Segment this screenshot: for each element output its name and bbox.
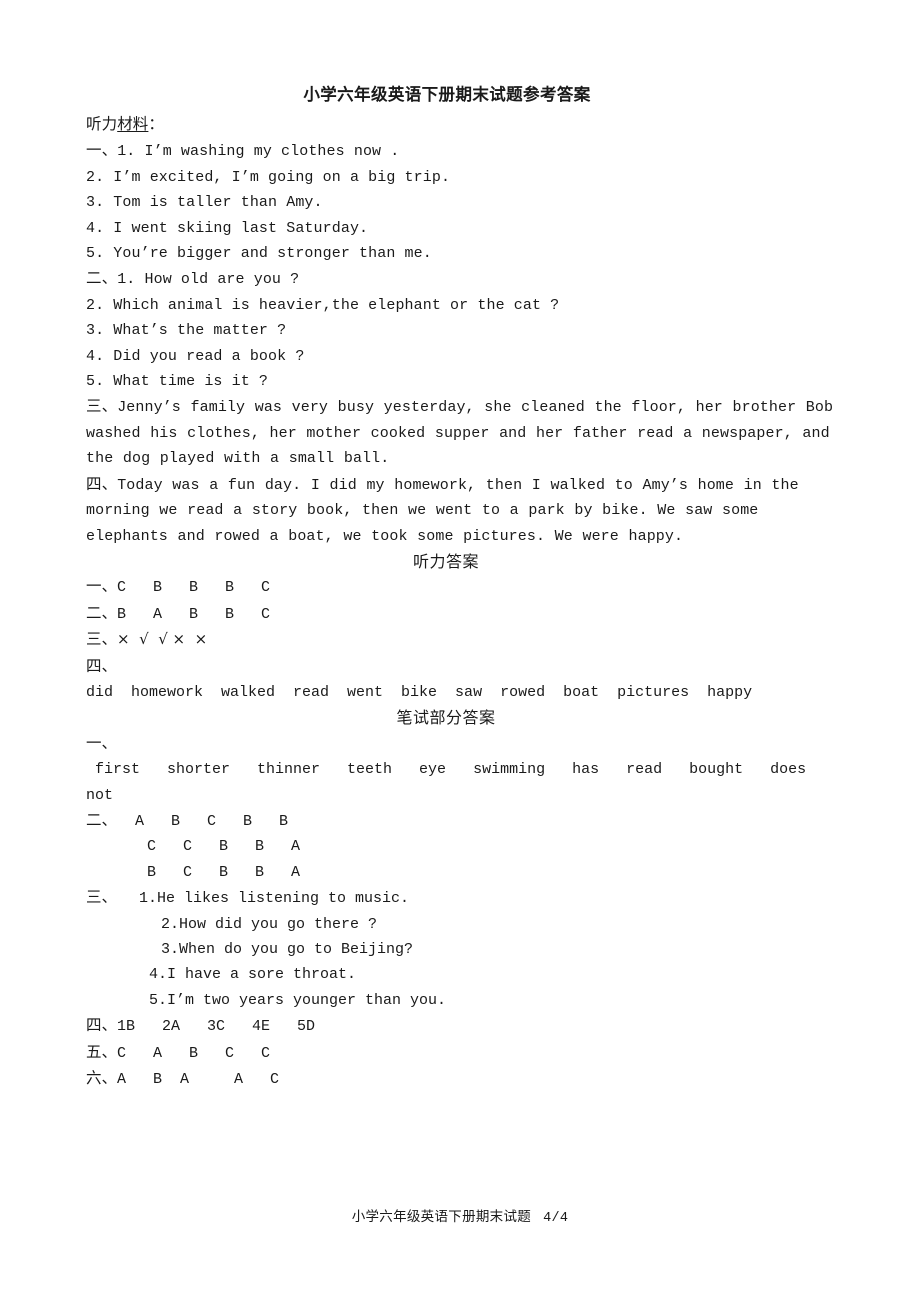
page-footer: 小学六年级英语下册期末试题 4/4: [0, 1205, 920, 1226]
listening-section-four-paragraph: 四、Today was a fun day. I did my homework…: [86, 472, 836, 549]
written-section-two-label: 二、: [86, 810, 118, 829]
written-section-one-line-2: not: [86, 786, 114, 804]
listening-section-two-line-2: 2. Which animal is heavier,the elephant …: [86, 296, 560, 314]
listening-answers-heading: 听力答案: [412, 551, 479, 571]
listening-section-two-line-1: 二、1. How old are you ?: [86, 266, 836, 292]
listening-answer-row-three: 三、× √ √ × ×: [86, 627, 836, 653]
listening-material-heading-prefix: 听力: [86, 115, 118, 133]
listening-section-two-line-5: 5. What time is it ?: [86, 373, 269, 391]
listening-section-two-label: 二、: [86, 269, 118, 288]
listening-section-one-line-3: 3. Tom is taller than Amy.: [86, 194, 323, 212]
listening-answer-row-two: 二、B A B B C: [86, 601, 836, 627]
listening-section-one-line-1: 一、1. I’m washing my clothes now .: [86, 138, 836, 164]
listening-answer-word-list: did homework walked read went bike saw r…: [86, 683, 753, 701]
listening-answer-row-three-label: 三、: [86, 630, 118, 649]
document-page: 小学六年级英语下册期末试题参考答案 听力材料： 一、1. I’m washing…: [0, 0, 920, 1302]
listening-answer-row-one: 一、C B B B C: [86, 574, 836, 600]
written-section-six-row: 六、A B A A C: [86, 1066, 836, 1092]
written-section-five-label: 五、: [86, 1042, 118, 1061]
listening-answer-row-one-label: 一、: [86, 577, 118, 596]
listening-section-two-line-3: 3. What’s the matter ?: [86, 322, 287, 340]
written-section-one-label-row: 一、: [86, 731, 836, 757]
written-section-four-values: 1B 2A 3C 4E 5D: [117, 1018, 316, 1036]
listening-section-two-line-4: 4. Did you read a book ?: [86, 347, 305, 365]
listening-answer-row-four-label: 四、: [86, 654, 836, 680]
listening-material-heading-underlined: 材料: [117, 115, 149, 133]
page-title: 小学六年级英语下册期末试题参考答案: [303, 85, 591, 104]
listening-material-heading-suffix: ：: [148, 115, 165, 133]
footer-page-number: 4/4: [543, 1211, 569, 1226]
footer-title: 小学六年级英语下册期末试题: [351, 1209, 532, 1225]
written-section-one-label: 一、: [86, 733, 118, 752]
written-section-one-line-1: first shorter thinner teeth eye swimming…: [86, 761, 807, 779]
written-section-six-label: 六、: [86, 1069, 118, 1088]
written-section-two-values-1: A B C B B: [117, 812, 289, 830]
written-section-four-row: 四、1B 2A 3C 4E 5D: [86, 1013, 836, 1039]
written-section-six-values: A B A A C: [117, 1071, 280, 1089]
written-section-three-sentence-1: 三、 1.He likes listening to music.: [86, 885, 836, 911]
written-section-four-label: 四、: [86, 1016, 118, 1035]
written-section-five-row: 五、C A B C C: [86, 1040, 836, 1066]
written-answers-heading: 笔试部分答案: [396, 708, 496, 728]
listening-section-one-line-2: 2. I’m excited, I’m going on a big trip.: [86, 168, 451, 186]
written-section-three-sentence-4: 4.I have a sore throat.: [149, 966, 357, 984]
written-section-three-label: 三、: [86, 888, 118, 907]
document-content: 小学六年级英语下册期末试题参考答案 听力材料： 一、1. I’m washing…: [86, 84, 836, 1092]
written-section-three-text-1: 1.He likes listening to music.: [139, 890, 410, 908]
written-section-three-sentence-2: 2.How did you go there ?: [161, 915, 378, 933]
listening-section-one-line-5: 5. You’re bigger and stronger than me.: [86, 245, 432, 263]
listening-section-four-answer-label: 四、: [86, 656, 118, 675]
listening-material-heading: 听力材料：: [86, 112, 836, 138]
written-section-two-row-2: C C B B A: [120, 838, 301, 856]
listening-answer-row-one-values: C B B B C: [117, 579, 271, 597]
written-section-two-row-3: B C B B A: [120, 863, 301, 881]
listening-section-four-text: Today was a fun day. I did my homework, …: [86, 476, 809, 545]
listening-section-three-paragraph: 三、Jenny’s family was very busy yesterday…: [86, 394, 836, 471]
listening-answer-row-two-values: B A B B C: [117, 605, 271, 623]
written-section-two-row-1: 二、 A B C B B: [86, 808, 836, 834]
listening-section-three-label: 三、: [86, 397, 118, 416]
written-section-three-sentence-5: 5.I’m two years younger than you.: [149, 991, 447, 1009]
listening-section-one-line-4: 4. I went skiing last Saturday.: [86, 219, 369, 237]
listening-section-four-label: 四、: [86, 474, 118, 493]
listening-section-two-text-1: 1. How old are you ?: [117, 271, 300, 289]
listening-answer-row-two-label: 二、: [86, 603, 118, 622]
listening-section-one-label: 一、: [86, 141, 118, 160]
listening-section-three-text: Jenny’s family was very busy yesterday, …: [86, 399, 843, 468]
written-section-five-values: C A B C C: [117, 1044, 271, 1062]
listening-section-one-text-1: 1. I’m washing my clothes now .: [117, 143, 400, 161]
written-section-three-sentence-3: 3.When do you go to Beijing?: [161, 941, 414, 958]
listening-answer-row-three-values: × √ √ × ×: [117, 630, 208, 649]
